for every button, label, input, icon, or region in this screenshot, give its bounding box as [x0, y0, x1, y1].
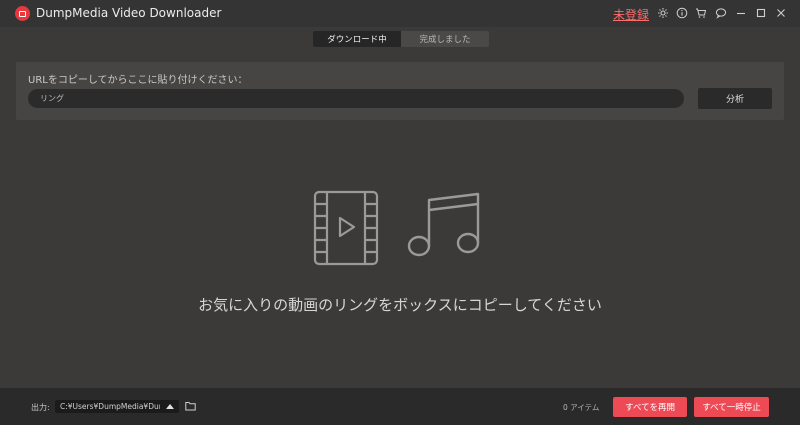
maximize-icon[interactable] [754, 6, 768, 20]
caret-up-icon [166, 404, 174, 409]
empty-state-illustration [313, 190, 480, 266]
cart-icon[interactable] [694, 6, 708, 20]
settings-icon[interactable] [656, 6, 670, 20]
unregistered-link[interactable]: 未登録 [613, 6, 649, 23]
item-count: 0 アイテム [563, 403, 600, 412]
app-title: DumpMedia Video Downloader [36, 6, 222, 20]
folder-icon[interactable] [185, 401, 196, 411]
tab-completed[interactable]: 完成しました [401, 31, 489, 47]
tab-downloading[interactable]: ダウンロード中 [313, 31, 401, 47]
output-path-select[interactable]: C:¥Users¥DumpMedia¥DumpMe [55, 400, 179, 413]
film-play-icon [313, 190, 379, 266]
empty-state-message: お気に入りの動画のリングをボックスにコピーしてください [198, 296, 602, 314]
chat-icon[interactable] [714, 6, 728, 20]
pause-all-button[interactable]: すべて一時停止 [694, 397, 769, 417]
resume-all-button[interactable]: すべてを再開 [613, 397, 687, 417]
url-input[interactable]: リング [28, 89, 684, 108]
music-note-icon [407, 192, 480, 257]
url-panel: URLをコピーしてからここに貼り付けください： リング 分析 [16, 62, 784, 120]
info-icon[interactable] [675, 6, 689, 20]
app-logo-icon [15, 6, 30, 21]
minimize-icon[interactable] [734, 6, 748, 20]
url-label: URLをコピーしてからここに貼り付けください： [28, 75, 248, 86]
close-icon[interactable] [774, 6, 788, 20]
output-label: 出力: [31, 403, 50, 412]
tab-bar: ダウンロード中 完成しました [313, 31, 489, 47]
analyze-button[interactable]: 分析 [698, 88, 772, 109]
title-bar: DumpMedia Video Downloader 未登録 [0, 0, 800, 27]
output-path-value: C:¥Users¥DumpMedia¥DumpMe [60, 402, 160, 411]
footer-bar: 出力: C:¥Users¥DumpMedia¥DumpMe 0 アイテム すべて… [0, 388, 800, 425]
